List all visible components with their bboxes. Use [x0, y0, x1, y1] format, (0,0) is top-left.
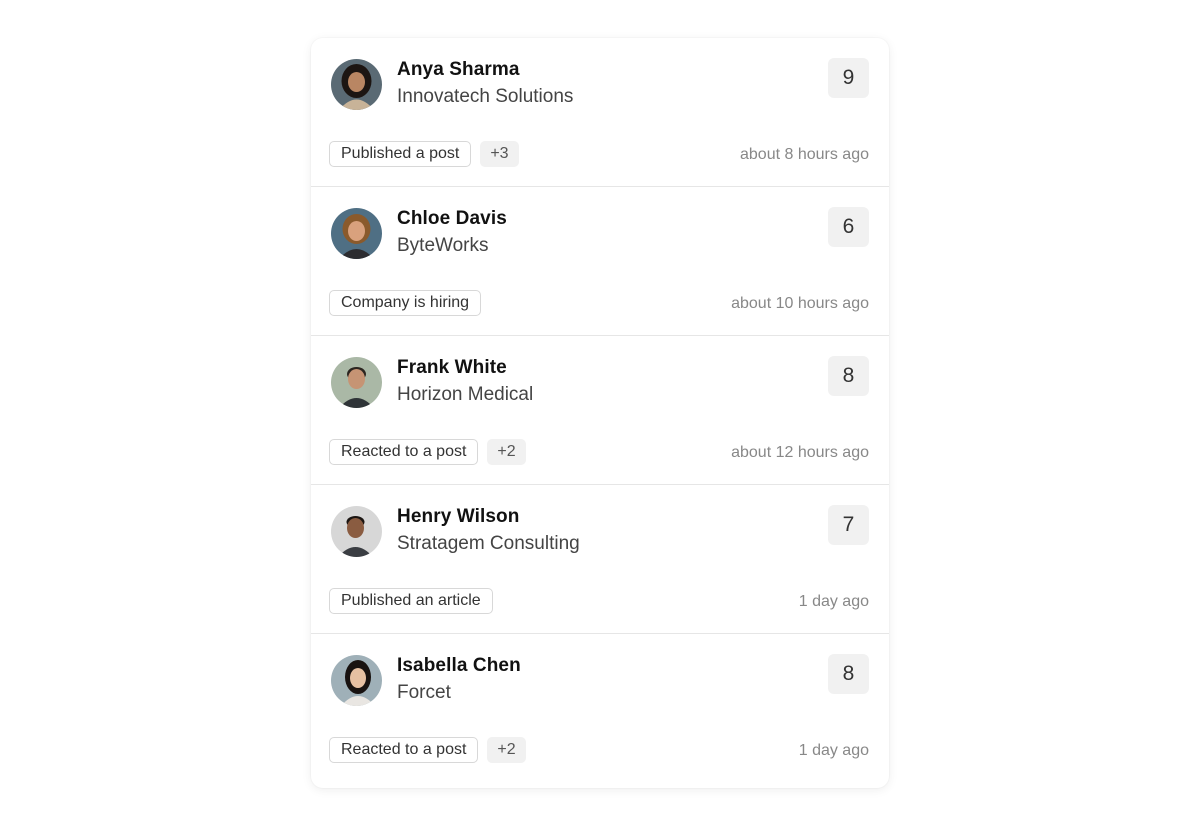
- person-name[interactable]: Chloe Davis: [397, 208, 507, 230]
- activity-item[interactable]: Henry Wilson Stratagem Consulting 7 Publ…: [311, 485, 889, 634]
- company-name: Horizon Medical: [397, 384, 534, 405]
- more-activities-badge[interactable]: +2: [487, 439, 526, 465]
- company-name: Stratagem Consulting: [397, 533, 580, 554]
- activity-tags: Published an article: [329, 588, 493, 614]
- activity-tags: Reacted to a post +2: [329, 439, 526, 465]
- activity-item[interactable]: Frank White Horizon Medical 8 Reacted to…: [311, 336, 889, 485]
- timestamp: 1 day ago: [798, 742, 869, 759]
- avatar[interactable]: [331, 357, 382, 408]
- avatar[interactable]: [331, 208, 382, 259]
- activity-tag[interactable]: Company is hiring: [329, 290, 482, 316]
- activity-count-badge: 8: [828, 654, 869, 694]
- activity-tags: Company is hiring: [329, 290, 482, 316]
- person-name[interactable]: Henry Wilson: [397, 506, 519, 528]
- timestamp: about 8 hours ago: [740, 146, 869, 163]
- avatar[interactable]: [331, 655, 382, 706]
- avatar[interactable]: [331, 506, 382, 557]
- person-name[interactable]: Frank White: [397, 357, 507, 379]
- company-name: Forcet: [397, 682, 451, 703]
- more-activities-badge[interactable]: +2: [487, 737, 526, 763]
- activity-feed-card: Anya Sharma Innovatech Solutions 9 Publi…: [311, 38, 889, 788]
- activity-count-badge: 8: [828, 356, 869, 396]
- activity-item[interactable]: Chloe Davis ByteWorks 6 Company is hirin…: [311, 187, 889, 336]
- company-name: Innovatech Solutions: [397, 86, 574, 107]
- activity-tag[interactable]: Reacted to a post: [329, 737, 479, 763]
- timestamp: 1 day ago: [798, 593, 869, 610]
- company-name: ByteWorks: [397, 235, 489, 256]
- avatar[interactable]: [331, 59, 382, 110]
- more-activities-badge[interactable]: +3: [480, 141, 519, 167]
- activity-tag[interactable]: Published a post: [329, 141, 472, 167]
- activity-count-badge: 7: [828, 505, 869, 545]
- activity-item[interactable]: Isabella Chen Forcet 8 Reacted to a post…: [311, 634, 889, 788]
- person-name[interactable]: Anya Sharma: [397, 59, 520, 81]
- activity-tag[interactable]: Published an article: [329, 588, 493, 614]
- timestamp: about 10 hours ago: [731, 295, 869, 312]
- activity-tags: Published a post +3: [329, 141, 519, 167]
- activity-tags: Reacted to a post +2: [329, 737, 526, 763]
- timestamp: about 12 hours ago: [731, 444, 869, 461]
- activity-item[interactable]: Anya Sharma Innovatech Solutions 9 Publi…: [311, 38, 889, 187]
- activity-count-badge: 6: [828, 207, 869, 247]
- activity-tag[interactable]: Reacted to a post: [329, 439, 479, 465]
- person-name[interactable]: Isabella Chen: [397, 655, 521, 677]
- activity-count-badge: 9: [828, 58, 869, 98]
